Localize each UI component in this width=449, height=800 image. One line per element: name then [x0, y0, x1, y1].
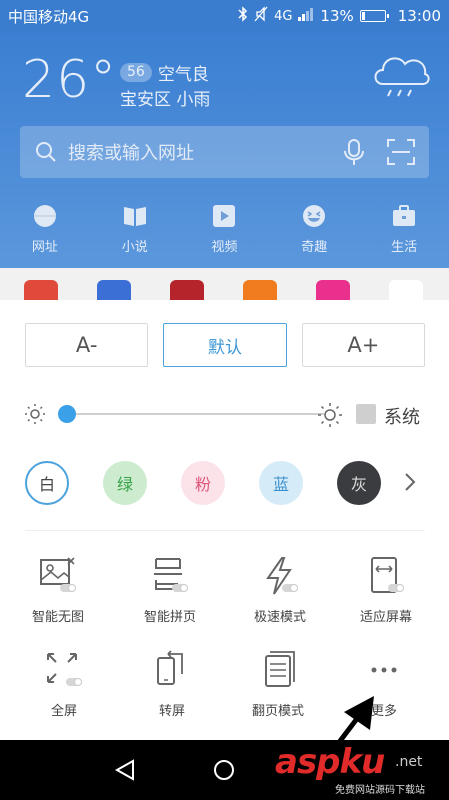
no-image-icon	[40, 557, 76, 592]
clock: 13:00	[397, 7, 441, 25]
nav-item-videos[interactable]: 视频	[180, 204, 270, 260]
nav-item-novels[interactable]: 小说	[90, 204, 180, 260]
home-icon[interactable]	[212, 758, 236, 782]
tool-label: 转屏	[158, 704, 185, 719]
microphone-icon[interactable]	[343, 138, 365, 166]
page-flip-icon	[265, 651, 295, 687]
battery-icon	[359, 10, 389, 22]
nav-label: 视频	[211, 240, 238, 255]
tool-label: 翻页模式	[251, 704, 304, 719]
reading-settings-panel: A- 默认 A+ 系统 白绿粉蓝灰 智能无图 智能拼页 极速模式 适应屏幕 全屏…	[0, 300, 449, 740]
brightness-row: 系统	[24, 400, 428, 430]
brightness-slider-thumb[interactable]	[58, 405, 76, 423]
theme-option[interactable]: 蓝	[259, 461, 303, 505]
tool-label: 智能无图	[31, 610, 84, 625]
font-size-row: A- 默认 A+	[25, 323, 425, 367]
tool-speed-mode[interactable]: 极速模式	[224, 556, 336, 625]
tool-label: 全屏	[50, 704, 77, 719]
network-type: 4G	[274, 8, 293, 24]
nav-label: 网址	[31, 240, 58, 255]
brightness-slider-track[interactable]	[66, 413, 324, 415]
fullscreen-icon	[47, 653, 82, 686]
app-shortcut[interactable]	[243, 280, 277, 302]
nav-label: 奇趣	[301, 240, 328, 255]
briefcase-icon	[393, 205, 416, 226]
watermark-brand: aspku	[275, 742, 385, 782]
brightness-low-icon	[25, 404, 45, 424]
tool-fit-screen[interactable]: 适应屏幕	[330, 556, 442, 625]
weather-location: 宝安区 小雨	[120, 90, 211, 110]
system-brightness-checkbox[interactable]	[356, 404, 376, 424]
app-shortcut[interactable]	[316, 280, 350, 302]
globe-icon	[33, 205, 56, 227]
search-icon	[36, 142, 56, 162]
tool-fullscreen[interactable]: 全屏	[8, 650, 120, 719]
font-larger-button[interactable]: A+	[301, 323, 425, 367]
theme-option[interactable]: 绿	[103, 461, 147, 505]
status-bar: 中国移动4G 4G 13% 13:00	[0, 0, 449, 32]
search-bar[interactable]: 搜索或输入网址	[20, 126, 429, 178]
nav-item-life[interactable]: 生活	[359, 204, 449, 260]
system-brightness-label: 系统	[384, 407, 420, 428]
tool-label: 适应屏幕	[359, 610, 412, 625]
scan-icon[interactable]	[387, 139, 415, 165]
tool-page-join[interactable]: 智能拼页	[114, 556, 226, 625]
battery-percent: 13%	[320, 7, 354, 25]
aqi-value: 56	[120, 63, 152, 82]
brightness-high-icon	[318, 403, 342, 427]
aqi-label: 空气良	[157, 65, 209, 85]
video-icon	[213, 205, 236, 227]
app-shortcut[interactable]	[170, 280, 204, 302]
signal-icon	[298, 7, 314, 25]
app-shortcut[interactable]	[24, 280, 58, 302]
theme-row: 白绿粉蓝灰	[25, 461, 425, 505]
lightning-icon	[266, 557, 298, 595]
theme-option[interactable]: 粉	[181, 461, 225, 505]
nav-item-fun[interactable]: 奇趣	[269, 204, 359, 260]
app-shortcut[interactable]	[389, 280, 423, 302]
nav-item-websites[interactable]: 网址	[0, 204, 90, 260]
font-smaller-button[interactable]: A-	[25, 323, 149, 367]
watermark-tagline: 免费网站源码下载站	[335, 785, 425, 796]
chevron-right-icon[interactable]	[403, 471, 417, 493]
muted-icon	[254, 6, 268, 26]
font-default-button[interactable]: 默认	[163, 323, 287, 367]
tool-label: 智能拼页	[143, 610, 196, 625]
book-icon	[123, 207, 146, 226]
bluetooth-icon	[238, 6, 248, 26]
fit-screen-icon	[371, 557, 404, 593]
tool-label: 极速模式	[253, 610, 306, 625]
back-icon[interactable]	[113, 758, 137, 782]
cloud-rain-icon[interactable]	[369, 50, 431, 102]
tool-rotate-screen[interactable]: 转屏	[116, 650, 228, 719]
nav-label: 小说	[121, 240, 148, 255]
search-input[interactable]: 搜索或输入网址	[68, 139, 343, 165]
rotate-screen-icon	[157, 650, 183, 685]
app-shortcut[interactable]	[97, 280, 131, 302]
category-nav: 网址 小说 视频 奇趣 生活	[0, 204, 449, 260]
watermark-tld: .net	[395, 754, 423, 770]
watermark: aspku .net 免费网站源码下载站	[275, 742, 445, 798]
divider	[25, 530, 425, 531]
carrier-label: 中国移动4G	[8, 7, 90, 26]
nav-label: 生活	[391, 240, 418, 255]
tool-no-image[interactable]: 智能无图	[2, 556, 114, 625]
system-nav-bar: aspku .net 免费网站源码下载站	[0, 740, 449, 800]
theme-option[interactable]: 灰	[337, 461, 381, 505]
temperature: 26°	[22, 50, 118, 110]
theme-option[interactable]: 白	[25, 461, 69, 505]
air-quality[interactable]: 56 空气良	[120, 60, 209, 85]
shortcut-apps	[0, 268, 449, 302]
home-header: 26° 56 空气良 宝安区 小雨 搜索或输入网址 网址 小说 视频 奇趣 生活	[0, 32, 449, 268]
page-join-icon	[154, 558, 188, 592]
smile-icon	[303, 205, 326, 227]
